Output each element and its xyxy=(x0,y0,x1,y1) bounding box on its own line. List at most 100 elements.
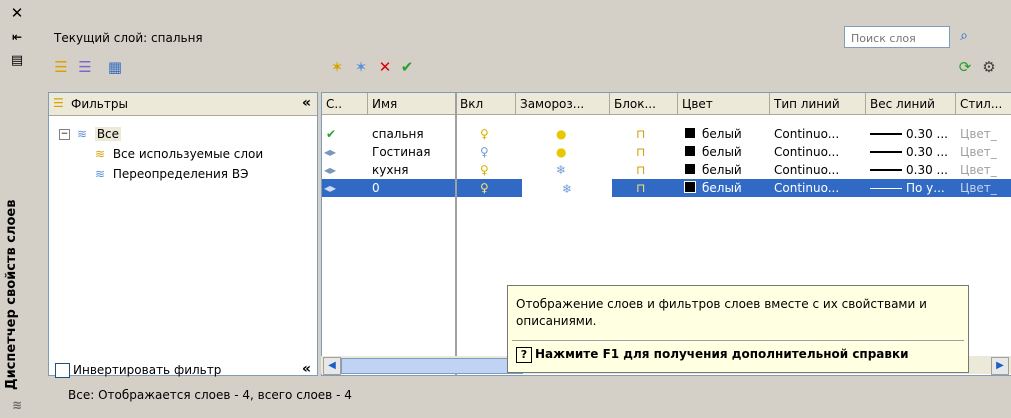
invert-filter-label: Инвертировать фильтр xyxy=(73,363,222,377)
layer-icon: ◂▸ xyxy=(324,181,337,195)
table-row[interactable]: ◂▸ Гостиная ♀ ● ⊓ белый Continuo... 0.30… xyxy=(322,143,1011,161)
column-linetype[interactable]: Тип линий xyxy=(770,93,866,115)
lightbulb-on-icon[interactable]: ♀ xyxy=(480,125,489,143)
column-divider[interactable] xyxy=(455,93,457,375)
linetype-cell[interactable]: Continuo... xyxy=(774,125,839,143)
tooltip: Отображение слоев и фильтров слоев вмест… xyxy=(507,285,969,373)
tooltip-help: ? Нажмите F1 для получения дополнительной… xyxy=(516,347,909,363)
lineweight-sample xyxy=(870,188,902,189)
set-current-button[interactable]: ✔ xyxy=(396,56,418,78)
tree-collapse-icon[interactable]: − xyxy=(59,129,70,140)
filter-all-icon: ≋ xyxy=(76,127,88,141)
column-on[interactable]: Вкл xyxy=(456,93,516,115)
palette-titlebar: ✕ ⇤ ▤ Диспетчер свойств слоев ≋ xyxy=(0,0,45,418)
layer-icon: ◂▸ xyxy=(324,145,337,159)
plotstyle-cell[interactable]: Цвет_ xyxy=(960,125,997,143)
column-freeze[interactable]: Замороз... xyxy=(516,93,610,115)
lineweight-value: 0.30 ... xyxy=(906,163,948,177)
tree-item-label: Все xyxy=(94,127,122,141)
lock-icon[interactable]: ⊓ xyxy=(636,161,645,179)
linetype-cell[interactable]: Continuo... xyxy=(774,143,839,161)
linetype-cell[interactable]: Continuo... xyxy=(774,161,839,179)
settings-icon[interactable]: ⚙ xyxy=(978,56,1000,78)
column-lock[interactable]: Блок... xyxy=(610,93,678,115)
color-swatch xyxy=(684,163,696,175)
current-layer-icon: ✔ xyxy=(326,127,337,141)
filter-header: ☰ Фильтры « xyxy=(49,93,317,116)
layer-states-button[interactable]: ▦ xyxy=(104,56,126,78)
new-layer-vp-frozen-button[interactable]: ✶ xyxy=(350,56,372,78)
lineweight-sample xyxy=(870,169,902,171)
color-swatch xyxy=(684,181,696,193)
tree-item-all[interactable]: ≋ Все xyxy=(73,125,122,143)
autohide-icon[interactable]: ⇤ xyxy=(8,28,26,46)
status-text: Все: Отображается слоев - 4, всего слоев… xyxy=(68,388,352,402)
collapse-footer-icon[interactable]: « xyxy=(302,361,311,377)
plotstyle-cell[interactable]: Цвет_ xyxy=(960,179,997,197)
search-icon[interactable]: ⌕ xyxy=(954,26,974,46)
tree-item-used-layers[interactable]: ≋ Все используемые слои xyxy=(91,145,263,163)
linetype-cell[interactable]: Continuo... xyxy=(774,179,839,197)
sun-icon[interactable]: ● xyxy=(556,125,566,143)
scroll-right-icon[interactable]: ▶ xyxy=(991,357,1009,375)
plotstyle-cell[interactable]: Цвет_ xyxy=(960,161,997,179)
tree-item-label: Переопределения ВЭ xyxy=(112,167,249,181)
color-name: белый xyxy=(702,181,742,195)
color-cell[interactable]: белый xyxy=(684,179,742,197)
scroll-left-icon[interactable]: ◀ xyxy=(323,357,341,375)
sun-icon[interactable]: ● xyxy=(556,143,566,161)
lightbulb-off-icon[interactable]: ♀ xyxy=(480,143,489,161)
lineweight-cell[interactable]: 0.30 ... xyxy=(866,143,948,161)
lineweight-cell[interactable]: По у... xyxy=(866,179,945,197)
tree-item-vp-overrides[interactable]: ≋ Переопределения ВЭ xyxy=(91,165,248,183)
scroll-thumb[interactable] xyxy=(341,358,523,374)
table-row[interactable]: ✔ спальня ♀ ● ⊓ белый Continuo... 0.30 .… xyxy=(322,125,1011,143)
filter-header-label: Фильтры xyxy=(71,97,128,111)
layers-icon: ≋ xyxy=(11,398,23,412)
search-input[interactable] xyxy=(849,29,949,47)
lineweight-cell[interactable]: 0.30 ... xyxy=(866,125,948,143)
color-cell[interactable]: белый xyxy=(684,143,742,161)
delete-layer-button[interactable]: ✕ xyxy=(374,56,396,78)
table-row[interactable]: ◂▸ 0 ♀ ❄ ⊓ белый Continuo... По у... Цве… xyxy=(322,179,1011,197)
lightbulb-on-icon[interactable]: ♀ xyxy=(480,161,489,179)
lineweight-value: 0.30 ... xyxy=(906,145,948,159)
new-group-filter-button[interactable]: ☰ xyxy=(74,56,96,78)
lock-icon[interactable]: ⊓ xyxy=(636,143,645,161)
layer-name: Гостиная xyxy=(372,145,431,159)
plotstyle-cell[interactable]: Цвет_ xyxy=(960,143,997,161)
new-layer-button[interactable]: ✶ xyxy=(326,56,348,78)
color-swatch xyxy=(684,145,696,157)
column-lineweight[interactable]: Вес линий xyxy=(866,93,956,115)
tooltip-help-text: Нажмите F1 для получения дополнительной … xyxy=(535,347,909,361)
filter-icon: ☰ xyxy=(53,96,64,110)
lock-icon[interactable]: ⊓ xyxy=(636,125,645,143)
layer-icon: ◂▸ xyxy=(324,163,337,177)
snowflake-icon[interactable]: ❄ xyxy=(522,179,612,197)
column-name[interactable]: Имя xyxy=(368,93,456,115)
lineweight-cell[interactable]: 0.30 ... xyxy=(866,161,948,179)
column-status[interactable]: С.. xyxy=(322,93,368,115)
layer-name: спальня xyxy=(372,127,424,141)
invert-filter-checkbox[interactable] xyxy=(55,363,70,378)
palette-title: Диспетчер свойств слоев xyxy=(4,199,19,390)
snowflake-icon[interactable]: ❄ xyxy=(556,161,566,179)
collapse-filter-icon[interactable]: « xyxy=(302,95,311,111)
lock-icon[interactable]: ⊓ xyxy=(636,179,645,197)
tooltip-description: Отображение слоев и фильтров слоев вмест… xyxy=(516,297,927,328)
refresh-icon[interactable]: ⟳ xyxy=(954,56,976,78)
color-name: белый xyxy=(702,163,742,177)
new-filter-button[interactable]: ☰ xyxy=(50,56,72,78)
table-row[interactable]: ◂▸ кухня ♀ ❄ ⊓ белый Continuo... 0.30 ..… xyxy=(322,161,1011,179)
current-layer-label: Текущий слой: спальня xyxy=(54,31,203,45)
color-cell[interactable]: белый xyxy=(684,125,742,143)
properties-icon[interactable]: ▤ xyxy=(8,52,26,70)
search-field[interactable] xyxy=(844,26,950,48)
lineweight-sample xyxy=(870,133,902,135)
layer-name: кухня xyxy=(372,163,409,177)
close-icon[interactable]: ✕ xyxy=(8,4,26,22)
lightbulb-on-icon[interactable]: ♀ xyxy=(480,179,489,197)
column-plotstyle[interactable]: Стил... xyxy=(956,93,1011,115)
column-color[interactable]: Цвет xyxy=(678,93,770,115)
color-cell[interactable]: белый xyxy=(684,161,742,179)
